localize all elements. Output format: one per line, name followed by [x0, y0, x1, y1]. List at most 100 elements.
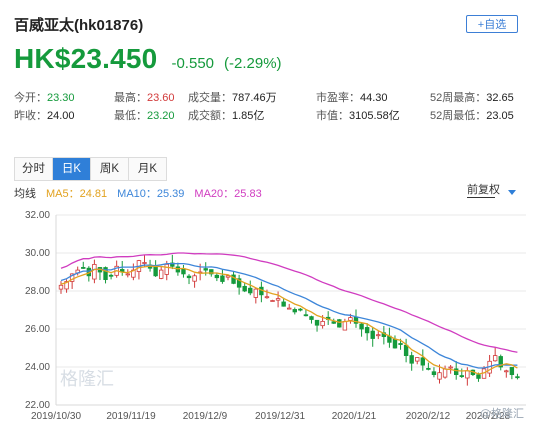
candle-body — [186, 275, 192, 279]
ma10-value: MA10：25.39 — [117, 188, 185, 200]
candle-body — [370, 330, 375, 339]
candle-body — [253, 288, 259, 298]
chevron-down-icon — [508, 190, 516, 195]
current-price: HK$23.450 — [14, 43, 158, 74]
candle-body — [314, 319, 320, 326]
stat-52w-high: 52周最高：32.65 — [430, 92, 514, 104]
price-change-percent: (-2.29%) — [224, 55, 282, 72]
ma20-value: MA20：25.83 — [194, 188, 262, 200]
candle-body — [437, 372, 442, 380]
candle-body — [504, 370, 509, 373]
candle-body — [420, 357, 426, 366]
candle-body — [264, 296, 270, 299]
stat-turnover: 成交额：1.85亿 — [188, 110, 265, 122]
ma-legend-title: 均线 — [14, 188, 36, 200]
candle-body — [281, 301, 286, 307]
candle-body — [426, 367, 431, 370]
ma20-line — [60, 252, 518, 353]
candles — [58, 254, 520, 386]
tab-intraday[interactable]: 分时 — [15, 158, 53, 180]
stat-prev-close: 昨收：24.00 — [14, 110, 75, 122]
add-watchlist-button[interactable]: +自选 — [466, 15, 518, 33]
candle-body — [81, 267, 86, 269]
candle-body — [242, 285, 247, 292]
y-axis: 32.00 30.00 28.00 26.00 24.00 22.00 — [25, 210, 50, 411]
stat-open: 今开：23.30 — [14, 92, 75, 104]
candle-body — [515, 376, 520, 379]
stock-title: 百威亚太(hk01876) — [14, 16, 144, 34]
candle-body — [214, 274, 220, 279]
price-change: -0.550 — [171, 55, 215, 72]
candle-body — [392, 338, 398, 349]
candle-body — [359, 323, 364, 330]
candle-body — [442, 368, 448, 378]
candle-body — [153, 265, 158, 277]
candle-body — [287, 307, 292, 310]
stat-volume: 成交量：787.46万 — [188, 92, 277, 104]
candle-body — [337, 319, 342, 328]
candle-body — [220, 275, 225, 282]
candle-body — [476, 374, 481, 379]
ma5-value: MA5：24.81 — [46, 188, 108, 200]
candle-body — [108, 274, 114, 277]
dropdown-underline — [467, 197, 495, 198]
title-row: 百威亚太(hk01876) — [14, 14, 143, 34]
y-tick-label: 32.00 — [25, 210, 50, 221]
candle-body — [509, 367, 515, 375]
corner-watermark: @格隆汇 — [480, 406, 524, 420]
stats-row: 昨收：24.00 最低：23.20 成交额：1.85亿 市值：3105.58亿 … — [14, 107, 534, 125]
stats-row: 今开：23.30 最高：23.60 成交量：787.46万 市盈率：44.30 … — [14, 89, 534, 107]
x-tick-label: 2019/12/31 — [255, 411, 305, 422]
chart-grid — [55, 214, 526, 406]
candle-body — [431, 371, 437, 375]
candle-body — [403, 344, 409, 356]
tab-weekly-k[interactable]: 周K — [91, 158, 129, 180]
candle-body — [275, 298, 281, 301]
candle-body — [348, 317, 353, 321]
candle-body — [342, 321, 348, 331]
candle-body — [320, 321, 325, 327]
center-watermark: 格隆汇 — [60, 369, 114, 390]
y-tick-label: 24.00 — [25, 362, 50, 373]
candle-body — [164, 264, 169, 275]
candle-body — [248, 287, 253, 294]
x-tick-label: 2020/1/21 — [332, 411, 377, 422]
ma10-line — [60, 262, 518, 369]
candle-body — [465, 370, 470, 379]
candle-body — [303, 314, 309, 317]
candle-body — [158, 269, 164, 279]
candle-body — [292, 309, 297, 313]
y-tick-label: 26.00 — [25, 324, 50, 335]
stat-low: 最低：23.20 — [114, 110, 175, 122]
candle-body — [298, 308, 303, 311]
x-tick-label: 2019/10/30 — [31, 411, 81, 422]
candle-body — [58, 284, 64, 290]
kline-chart[interactable]: 32.00 30.00 28.00 26.00 24.00 22.00 2019/10/3… — [0, 205, 543, 429]
adjust-dropdown-label: 前复权 — [467, 184, 500, 196]
candle-body — [492, 355, 498, 362]
candle-body — [448, 366, 453, 369]
candle-body — [192, 275, 197, 282]
y-tick-label: 22.00 — [25, 400, 50, 411]
tab-daily-k[interactable]: 日K — [53, 158, 91, 180]
x-tick-label: 2019/12/9 — [183, 411, 228, 422]
price-row: HK$23.450 -0.550 (-2.29%) — [14, 43, 282, 79]
candle-body — [142, 262, 147, 264]
candle-body — [309, 316, 314, 320]
y-tick-label: 30.00 — [25, 248, 50, 259]
candle-body — [398, 343, 403, 345]
stats-panel: 今开：23.30 最高：23.60 成交量：787.46万 市盈率：44.30 … — [14, 89, 534, 125]
x-tick-label: 2019/11/19 — [106, 411, 156, 422]
period-tabs: 分时 日K 周K 月K — [14, 157, 167, 181]
x-tick-label: 2020/2/12 — [406, 411, 451, 422]
ma-legend: 均线 MA5：24.81 MA10：25.39 MA20：25.83 — [14, 185, 262, 201]
ma-lines — [60, 252, 518, 375]
candle-body — [409, 355, 414, 364]
candle-body — [364, 327, 370, 334]
tab-monthly-k[interactable]: 月K — [129, 158, 166, 180]
y-tick-label: 28.00 — [25, 286, 50, 297]
adjust-dropdown[interactable]: 前复权 — [467, 184, 519, 198]
candle-body — [92, 264, 97, 280]
stat-pe: 市盈率：44.30 — [316, 92, 388, 104]
candle-body — [459, 375, 464, 377]
